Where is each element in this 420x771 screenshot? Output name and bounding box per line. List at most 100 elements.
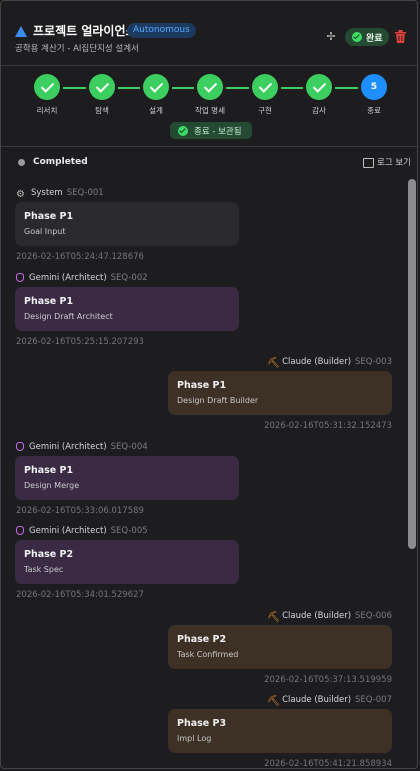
pickaxe-icon: ⛏: [267, 358, 280, 369]
sequence-id: SEQ-003: [355, 357, 392, 367]
step-label: 작업 명세: [195, 106, 225, 115]
sender-name: Claude (Builder): [282, 611, 352, 621]
message-item: Gemini (Architect) SEQ-002 Phase P1 Design …: [1, 273, 406, 353]
sequence-id: SEQ-001: [66, 188, 104, 198]
pickaxe-icon: ⛏: [267, 696, 280, 707]
checkmark-icon: [197, 74, 223, 100]
message-description: Design Merge: [24, 481, 80, 490]
message-description: Design Draft Architect: [24, 312, 113, 321]
phase-label: Phase P1: [24, 211, 74, 222]
phase-label: Phase P1: [24, 465, 74, 476]
message-meta: Gemini (Architect) SEQ-004: [16, 442, 148, 452]
app-window: 프로젝트 얼라이언스 Autonomous 공학용 계산기 - AI집단지성 설…: [0, 0, 418, 769]
message-bubble[interactable]: Phase P3 Impl Log: [168, 709, 392, 753]
sequence-id: SEQ-005: [110, 526, 148, 536]
step-label: 리서치: [36, 106, 58, 115]
message-timestamp: 2026-02-16T05:41:21.858934: [264, 759, 392, 769]
log-icon: [363, 158, 374, 168]
step-label: 설계: [149, 106, 163, 115]
current-step-circle: 5: [361, 74, 387, 100]
gear-icon: ⚙: [16, 189, 25, 200]
archived-label: 종료 - 보관됨: [194, 127, 242, 137]
mode-badge: Autonomous: [127, 23, 196, 38]
message-timestamp: 2026-02-16T05:34:01.529627: [16, 590, 144, 600]
message-description: Design Draft Builder: [177, 396, 259, 405]
status-text: Completed: [33, 157, 88, 167]
gemini-icon: [16, 442, 24, 451]
checkmark-icon: [143, 74, 169, 100]
phase-label: Phase P3: [177, 718, 227, 729]
message-bubble[interactable]: Phase P1 Design Merge: [15, 456, 239, 500]
message-bubble[interactable]: Phase P1 Design Draft Architect: [15, 287, 239, 331]
message-description: Task Spec: [24, 565, 64, 574]
step-4[interactable]: 작업 명세: [190, 74, 230, 118]
checkmark-icon: [252, 74, 278, 100]
sender-name: Gemini (Architect): [29, 526, 107, 536]
trash-icon[interactable]: [395, 30, 406, 43]
message-feed[interactable]: ⚙ System SEQ-001 Phase P1 Goal Input 2026-02-…: [1, 181, 406, 769]
step-2[interactable]: 탐색: [82, 74, 122, 118]
message-description: Task Confirmed: [177, 650, 239, 659]
phase-label: Phase P1: [24, 296, 74, 307]
message-meta: ⚙ System SEQ-001: [16, 188, 104, 200]
project-subtitle: 공학용 계산기 - AI집단지성 설계서: [15, 44, 139, 54]
step-5[interactable]: 구현: [245, 74, 285, 118]
project-title: 프로젝트 얼라이언스: [33, 24, 137, 38]
sequence-id: SEQ-004: [110, 442, 148, 452]
step-label: 종료: [367, 106, 381, 115]
phase-stepper: 리서치 탐색 설계 작업 명세 구현 감사 5 종료 종료 - 보관됨: [1, 66, 417, 147]
message-meta: ⛏ Claude (Builder) SEQ-003: [267, 357, 392, 369]
message-timestamp: 2026-02-16T05:37:13.519959: [264, 675, 392, 685]
pickaxe-icon: ⛏: [267, 612, 280, 623]
message-timestamp: 2026-02-16T05:24:47.128676: [16, 252, 144, 262]
check-circle-icon: [352, 32, 362, 42]
message-meta: Gemini (Architect) SEQ-002: [16, 273, 148, 283]
done-label: 완료: [366, 34, 383, 44]
message-item: ⛏ Claude (Builder) SEQ-003 Phase P1 Design D…: [1, 357, 406, 437]
message-meta: Gemini (Architect) SEQ-005: [16, 526, 148, 536]
done-status-badge[interactable]: 완료: [345, 28, 389, 46]
sender-name: Gemini (Architect): [29, 442, 107, 452]
step-6[interactable]: 감사: [299, 74, 339, 118]
project-header: 프로젝트 얼라이언스 Autonomous 공학용 계산기 - AI집단지성 설…: [1, 1, 417, 66]
status-dot: [18, 159, 25, 166]
status-bar: Completed 로그 보기: [1, 147, 417, 179]
message-timestamp: 2026-02-16T05:33:06.017589: [16, 506, 144, 516]
feed-scrollbar[interactable]: [408, 179, 416, 549]
step-label: 감사: [312, 106, 326, 115]
checkmark-icon: [306, 74, 332, 100]
step-1[interactable]: 리서치: [27, 74, 67, 118]
message-timestamp: 2026-02-16T05:25:15.207293: [16, 337, 144, 347]
sender-name: Gemini (Architect): [29, 273, 107, 283]
sequence-id: SEQ-002: [110, 273, 148, 283]
phase-label: Phase P2: [24, 549, 74, 560]
step-label: 탐색: [95, 106, 109, 115]
message-bubble[interactable]: Phase P1 Design Draft Builder: [168, 371, 392, 415]
gemini-icon: [16, 273, 24, 282]
sequence-id: SEQ-007: [355, 695, 392, 705]
step-7[interactable]: 5 종료: [354, 74, 394, 118]
step-3[interactable]: 설계: [136, 74, 176, 118]
sender-name: Claude (Builder): [282, 695, 352, 705]
sender-name: System: [31, 188, 63, 198]
message-item: Gemini (Architect) SEQ-005 Phase P2 Task Sp…: [1, 526, 406, 606]
message-timestamp: 2026-02-16T05:31:32.152473: [264, 421, 392, 431]
step-label: 구현: [258, 106, 272, 115]
message-item: ⛏ Claude (Builder) SEQ-006 Phase P2 Task Con…: [1, 611, 406, 691]
phase-label: Phase P1: [177, 380, 227, 391]
sparkle-icon[interactable]: ✢: [324, 30, 338, 44]
message-description: Impl Log: [177, 734, 212, 743]
checkmark-icon: [34, 74, 60, 100]
message-bubble[interactable]: Phase P2 Task Spec: [15, 540, 239, 584]
view-log-label: 로그 보기: [377, 158, 411, 168]
message-item: Gemini (Architect) SEQ-004 Phase P1 Design …: [1, 442, 406, 522]
message-meta: ⛏ Claude (Builder) SEQ-007: [267, 695, 392, 707]
phase-label: Phase P2: [177, 634, 227, 645]
triangle-logo-icon: [15, 26, 27, 37]
message-description: Goal Input: [24, 227, 66, 236]
message-bubble[interactable]: Phase P1 Goal Input: [15, 202, 239, 246]
message-item: ⚙ System SEQ-001 Phase P1 Goal Input 2026-02-…: [1, 188, 406, 268]
message-item: ⛏ Claude (Builder) SEQ-007 Phase P3 Impl Log…: [1, 695, 406, 769]
message-bubble[interactable]: Phase P2 Task Confirmed: [168, 625, 392, 669]
sequence-id: SEQ-006: [355, 611, 392, 621]
